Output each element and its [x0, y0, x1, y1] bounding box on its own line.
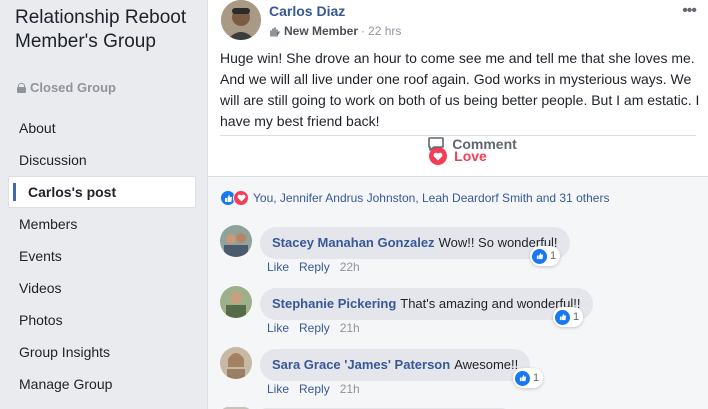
- reaction-icons: [220, 190, 249, 206]
- nav-carlos-post[interactable]: Carlos's post: [8, 176, 196, 208]
- comment-reply-link[interactable]: Reply: [299, 260, 330, 274]
- nav-videos[interactable]: Videos: [8, 272, 196, 304]
- commenter-avatar[interactable]: [220, 225, 252, 257]
- reactions-text[interactable]: You, Jennifer Andrus Johnston, Leah Dear…: [253, 191, 609, 205]
- group-sidebar: Relationship Reboot Member's Group Close…: [0, 0, 205, 409]
- commenter-avatar[interactable]: [220, 347, 252, 379]
- comment-like-link[interactable]: Like: [267, 321, 289, 335]
- member-badge: New Member: [284, 24, 359, 38]
- nav-events[interactable]: Events: [8, 240, 196, 272]
- post-time[interactable]: 22 hrs: [368, 24, 401, 38]
- comment-icon: [428, 137, 445, 151]
- comment-time[interactable]: 21h: [340, 382, 360, 396]
- comment-label: Comment: [452, 136, 517, 152]
- nav-photos[interactable]: Photos: [8, 304, 196, 336]
- group-privacy-label: Closed Group: [17, 80, 116, 95]
- commenter-name[interactable]: Sara Grace 'James' Paterson: [272, 357, 450, 372]
- more-options-icon[interactable]: •••: [682, 2, 697, 20]
- lock-icon: [17, 82, 26, 93]
- comment-actions: Like Reply 22h: [267, 260, 360, 274]
- comment-reaction-count[interactable]: 1: [513, 368, 544, 388]
- author-avatar[interactable]: [221, 0, 261, 40]
- meta-separator: ·: [361, 24, 366, 38]
- comment-reaction-count[interactable]: 1: [530, 246, 561, 266]
- privacy-text: Closed Group: [30, 80, 116, 95]
- nav-manage-group[interactable]: Manage Group: [8, 368, 196, 400]
- reactions-summary[interactable]: You, Jennifer Andrus Johnston, Leah Dear…: [208, 176, 708, 219]
- like-reaction-icon: [555, 309, 570, 325]
- nav-members[interactable]: Members: [8, 208, 196, 240]
- post-text: Huge win! She drove an hour to come see …: [220, 50, 700, 129]
- comment-reaction-count[interactable]: 1: [553, 307, 584, 327]
- post-meta: New Member · 22 hrs: [269, 24, 401, 38]
- commenter-avatar[interactable]: [220, 286, 252, 318]
- post-action-bar: Love Comment: [220, 135, 696, 176]
- post-card: Carlos Diaz New Member · 22 hrs ••• Huge…: [207, 0, 708, 409]
- comments-section: Stacey Manahan Gonzalez Wow!! So wonderfu…: [208, 219, 708, 409]
- love-reaction-icon: [233, 190, 249, 206]
- comment-reply-link[interactable]: Reply: [299, 321, 330, 335]
- reaction-count: 1: [533, 372, 540, 384]
- group-nav: About Discussion Carlos's post Members E…: [8, 111, 196, 400]
- commenter-name[interactable]: Stephanie Pickering: [272, 296, 396, 311]
- comment-like-link[interactable]: Like: [267, 260, 289, 274]
- comment-actions: Like Reply 21h: [267, 382, 360, 396]
- group-title[interactable]: Relationship Reboot Member's Group: [15, 6, 200, 54]
- comment-bubble: Sara Grace 'James' Paterson Awesome!!: [260, 349, 531, 381]
- author-name[interactable]: Carlos Diaz: [269, 3, 345, 19]
- reaction-count: 1: [573, 311, 580, 323]
- reaction-count: 1: [550, 250, 557, 262]
- nav-about[interactable]: About: [8, 112, 196, 144]
- comment-like-link[interactable]: Like: [267, 382, 289, 396]
- nav-discussion[interactable]: Discussion: [8, 144, 196, 176]
- commenter-name[interactable]: Stacey Manahan Gonzalez: [272, 235, 435, 250]
- like-reaction-icon: [532, 248, 547, 264]
- comment-button[interactable]: Comment: [232, 136, 708, 152]
- comment-bubble: Stacey Manahan Gonzalez Wow!! So wonderfu…: [260, 227, 570, 259]
- waving-hand-icon: [270, 26, 280, 37]
- comment-reply-link[interactable]: Reply: [299, 382, 330, 396]
- like-reaction-icon: [515, 370, 530, 386]
- comment-bubble: Stephanie Pickering That's amazing and wo…: [260, 288, 593, 320]
- comment-time[interactable]: 22h: [340, 260, 360, 274]
- comment-text: Awesome!!: [454, 357, 519, 372]
- comment-text: That's amazing and wonderful!!: [400, 296, 581, 311]
- comment-time[interactable]: 21h: [340, 321, 360, 335]
- nav-group-insights[interactable]: Group Insights: [8, 336, 196, 368]
- comment-actions: Like Reply 21h: [267, 321, 360, 335]
